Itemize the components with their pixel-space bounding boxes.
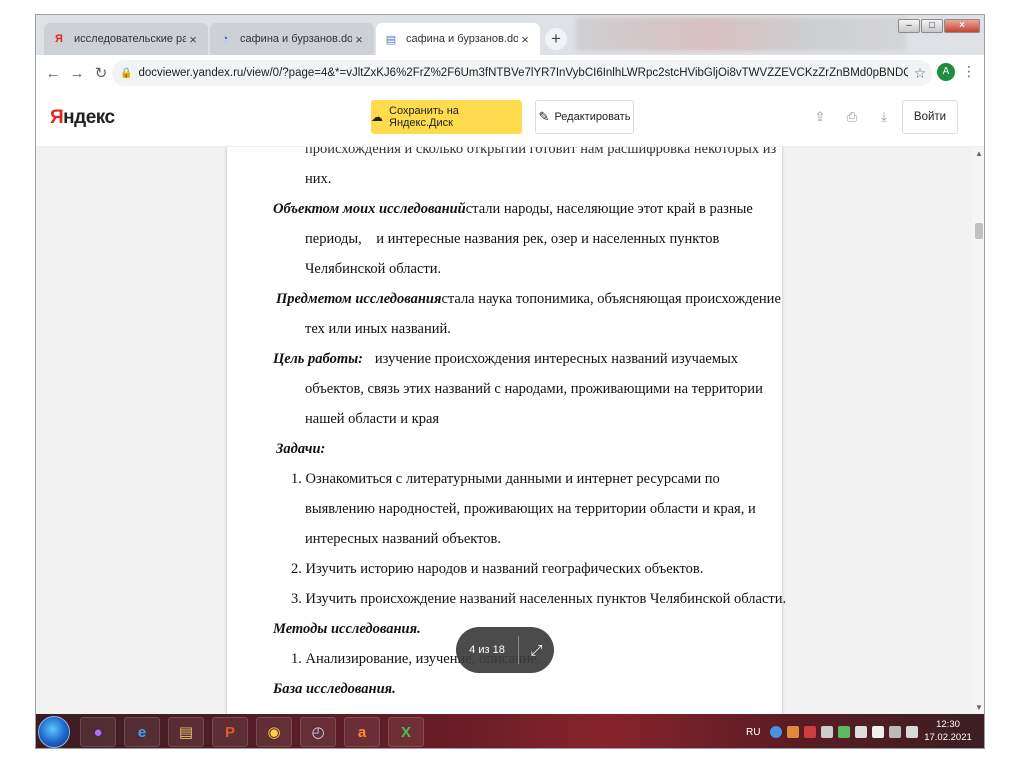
- disk-icon: ☁: [371, 110, 383, 124]
- tab-title: сафина и бурзанов.doc: [406, 33, 518, 45]
- bookmark-star-icon[interactable]: ☆: [908, 65, 932, 82]
- doc-line: объектов, связь этих названий с народами…: [305, 381, 763, 397]
- doc-text: изучение происхождения интересных назван…: [374, 351, 738, 367]
- page-counter: 4 из 18: [469, 644, 505, 656]
- doc-line: Объектом моих исследований стали народы,…: [273, 201, 753, 218]
- lock-icon: 🔒: [120, 67, 133, 79]
- doc-line: них.: [305, 171, 332, 187]
- logo-text: Яндекс: [50, 107, 115, 128]
- system-tray: RU: [746, 718, 923, 746]
- close-window-button[interactable]: ×: [944, 19, 980, 33]
- download-icon[interactable]: ⤓: [876, 109, 892, 125]
- language-indicator[interactable]: RU: [746, 727, 760, 738]
- edit-button[interactable]: ✎ Редактировать: [535, 100, 634, 134]
- edge-icon: ◔: [221, 33, 229, 45]
- avast-icon[interactable]: a: [344, 717, 380, 747]
- tab-research-works[interactable]: Я исследовательские работы шко ×: [44, 23, 208, 55]
- doc-icon: ▤: [385, 33, 397, 46]
- scroll-up-icon[interactable]: ▲: [975, 149, 983, 158]
- tray-app-icon[interactable]: [804, 726, 817, 738]
- save-to-disk-button[interactable]: ☁ Сохранить на Яндекс.Диск: [371, 100, 522, 134]
- pencil-icon: ✎: [538, 109, 550, 124]
- save-label: Сохранить на Яндекс.Диск: [389, 105, 459, 129]
- doc-line: 2. Изучить историю народов и названий ге…: [291, 561, 704, 577]
- back-arrow-icon[interactable]: ←: [42, 65, 64, 82]
- doc-line: 3. Изучить происхождение названий населе…: [291, 591, 787, 607]
- doc-line: периоды, и интересные названия рек, озер…: [305, 231, 720, 247]
- viewer-header: Яндекс ☁ Сохранить на Яндекс.Диск ✎ Реда…: [36, 91, 984, 147]
- explorer-icon[interactable]: ▤: [168, 717, 204, 747]
- close-tab-icon[interactable]: ×: [352, 32, 366, 47]
- profile-avatar[interactable]: A: [937, 63, 955, 81]
- doc-emphasis: Объектом моих исследований: [273, 201, 466, 217]
- doc-line: Предметом исследования стала наука топон…: [276, 291, 781, 308]
- print-icon[interactable]: ⎙: [844, 109, 860, 125]
- browser-window: Я исследовательские работы шко × ◔ сафин…: [35, 14, 985, 749]
- tab-title: сафина и бурзанов.doc — Яндек: [240, 33, 352, 45]
- doc-line: интересных названий объектов.: [305, 531, 501, 547]
- tray-avast-icon[interactable]: [787, 726, 800, 738]
- ie-icon[interactable]: e: [124, 717, 160, 747]
- doc-line: Челябинской области.: [305, 261, 442, 277]
- tray-app-icon[interactable]: [855, 726, 868, 738]
- scroll-down-icon[interactable]: ▼: [975, 703, 983, 712]
- tab-strip: Я исследовательские работы шко × ◔ сафин…: [36, 15, 984, 55]
- tab-title: исследовательские работы шко: [74, 33, 186, 45]
- tab-doc-yandex[interactable]: ◔ сафина и бурзанов.doc — Яндек ×: [210, 23, 374, 55]
- doc-heading: Задачи:: [276, 441, 326, 457]
- yandex-logo[interactable]: Яндекс: [50, 107, 115, 129]
- doc-line: нашей области и края: [305, 411, 440, 427]
- chrome-icon[interactable]: ◉: [256, 717, 292, 747]
- share-icon[interactable]: ⇪: [812, 109, 828, 125]
- forward-arrow-icon[interactable]: →: [66, 65, 88, 82]
- url-text[interactable]: docviewer.yandex.ru/view/0/?page=4&*=vJl…: [138, 67, 908, 79]
- doc-line: Цель работы: изучение происхождения инте…: [273, 351, 738, 368]
- reload-icon[interactable]: ↻: [90, 64, 112, 82]
- doc-emphasis: Предметом исследования: [276, 291, 442, 307]
- tray-app-icon[interactable]: [838, 726, 851, 738]
- excel-icon[interactable]: X: [388, 717, 424, 747]
- doc-text: стала наука топонимика, объясняющая прои…: [441, 291, 781, 307]
- start-button[interactable]: [38, 716, 70, 748]
- edit-label: Редактировать: [554, 111, 631, 123]
- doc-line: тех или иных названий.: [305, 321, 451, 337]
- tray-app-icon[interactable]: [872, 726, 885, 738]
- tab-doc-active[interactable]: ▤ сафина и бурзанов.doc ×: [376, 23, 540, 55]
- login-button[interactable]: Войти: [902, 100, 958, 134]
- clock-time: 12:30: [936, 719, 960, 730]
- doc-text: стали народы, населяющие этот край в раз…: [465, 201, 753, 217]
- address-bar[interactable]: 🔒 docviewer.yandex.ru/view/0/?page=4&*=v…: [112, 60, 932, 86]
- fullscreen-icon[interactable]: ⤢: [519, 642, 554, 659]
- tabstrip-background: [576, 17, 906, 51]
- screen: Я исследовательские работы шко × ◔ сафин…: [0, 0, 1024, 767]
- taskbar: ● e ▤ P ◉ ◴ a X RU 12:30 17.02.2021: [36, 714, 984, 748]
- doc-heading: Методы исследования.: [273, 621, 421, 637]
- doc-emphasis: Цель работы:: [273, 351, 364, 367]
- page-indicator: 4 из 18 ⤢: [456, 627, 554, 673]
- window-controls: – □ ×: [897, 19, 980, 33]
- browser-toolbar: ← → ↻ 🔒 docviewer.yandex.ru/view/0/?page…: [36, 55, 984, 91]
- vertical-scrollbar[interactable]: ▲ ▼: [972, 147, 984, 714]
- new-tab-button[interactable]: +: [545, 28, 567, 50]
- network-icon[interactable]: [889, 726, 902, 738]
- doc-heading: База исследования.: [273, 681, 396, 697]
- doc-line: 1. Ознакомиться с литературными данными …: [291, 471, 720, 487]
- alice-icon[interactable]: ●: [80, 717, 116, 747]
- powerpoint-icon[interactable]: P: [212, 717, 248, 747]
- tray-app-icon[interactable]: [770, 726, 783, 738]
- maximize-button[interactable]: □: [921, 19, 943, 33]
- speedometer-icon[interactable]: ◴: [300, 717, 336, 747]
- clock[interactable]: 12:30 17.02.2021: [916, 718, 980, 744]
- minimize-button[interactable]: –: [898, 19, 920, 33]
- yandex-icon: Я: [55, 33, 63, 45]
- clock-date: 17.02.2021: [924, 732, 972, 743]
- doc-line: происхождения и сколько открытий готовит…: [305, 147, 777, 157]
- close-tab-icon[interactable]: ×: [518, 32, 532, 47]
- doc-line: выявлению народностей, проживающих на те…: [305, 501, 756, 517]
- menu-kebab-icon[interactable]: ⋮: [962, 63, 976, 80]
- scrollbar-thumb[interactable]: [975, 223, 983, 239]
- volume-icon[interactable]: [821, 726, 834, 738]
- close-tab-icon[interactable]: ×: [186, 32, 200, 47]
